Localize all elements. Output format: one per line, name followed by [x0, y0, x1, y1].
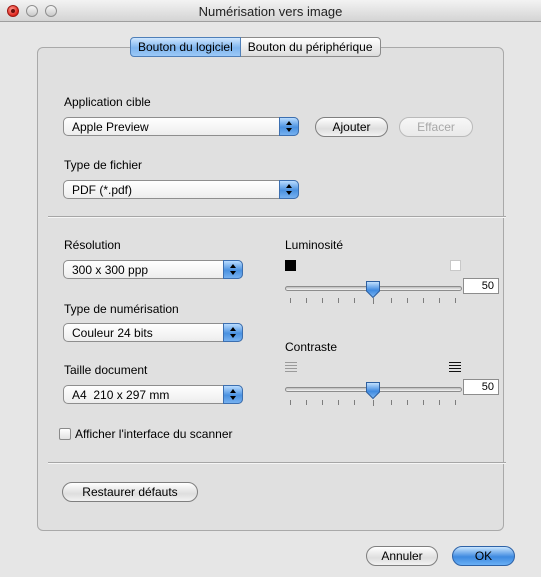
show-scanner-ui-checkbox[interactable]	[59, 428, 71, 440]
window-title: Numérisation vers image	[198, 4, 343, 19]
show-scanner-ui-label[interactable]: Afficher l'interface du scanner	[75, 427, 233, 441]
chevron-updown-icon	[279, 180, 299, 199]
tab-device-button[interactable]: Bouton du périphérique	[240, 37, 381, 57]
resolution-label: Résolution	[64, 238, 121, 252]
dialog-window: Numérisation vers image Bouton du logici…	[0, 0, 541, 577]
target-app-select[interactable]: Apple Preview	[63, 117, 299, 136]
contrast-slider-knob[interactable]	[365, 381, 381, 400]
delete-button[interactable]: Effacer	[399, 117, 473, 137]
doc-size-select[interactable]: A4 210 x 297 mm	[63, 385, 243, 404]
target-app-value: Apple Preview	[72, 120, 149, 134]
resolution-value: 300 x 300 ppp	[72, 263, 149, 277]
file-type-label: Type de fichier	[64, 158, 143, 172]
brightness-value-field[interactable]: 50	[463, 278, 499, 294]
black-square-icon	[285, 260, 296, 271]
file-type-value: PDF (*.pdf)	[72, 183, 133, 197]
white-square-icon	[450, 260, 461, 271]
chevron-updown-icon	[223, 323, 243, 342]
scan-type-label: Type de numérisation	[64, 302, 179, 316]
cancel-button[interactable]: Annuler	[366, 546, 438, 566]
file-type-select[interactable]: PDF (*.pdf)	[63, 180, 299, 199]
title-bar: Numérisation vers image	[0, 0, 541, 22]
restore-defaults-button[interactable]: Restaurer défauts	[62, 482, 198, 502]
doc-size-value: A4 210 x 297 mm	[72, 388, 170, 402]
contrast-tick-marks	[285, 400, 462, 406]
brightness-tick-marks	[285, 298, 462, 304]
scan-type-select[interactable]: Couleur 24 bits	[63, 323, 243, 342]
tab-bar: Bouton du logiciel Bouton du périphériqu…	[130, 37, 381, 57]
doc-size-label: Taille document	[64, 363, 148, 377]
chevron-updown-icon	[223, 385, 243, 404]
brightness-label: Luminosité	[285, 238, 344, 252]
brightness-slider-knob[interactable]	[365, 280, 381, 299]
contrast-label: Contraste	[285, 340, 338, 354]
section-divider	[48, 462, 506, 464]
high-contrast-icon	[449, 362, 461, 373]
chevron-updown-icon	[279, 117, 299, 136]
contrast-value-field[interactable]: 50	[463, 379, 499, 395]
resolution-select[interactable]: 300 x 300 ppp	[63, 260, 243, 279]
add-button[interactable]: Ajouter	[315, 117, 388, 137]
ok-button[interactable]: OK	[452, 546, 515, 566]
chevron-updown-icon	[223, 260, 243, 279]
section-divider	[48, 216, 506, 218]
low-contrast-icon	[285, 362, 297, 373]
tab-software-button[interactable]: Bouton du logiciel	[130, 37, 241, 57]
target-app-label: Application cible	[64, 95, 151, 109]
scan-type-value: Couleur 24 bits	[72, 326, 153, 340]
